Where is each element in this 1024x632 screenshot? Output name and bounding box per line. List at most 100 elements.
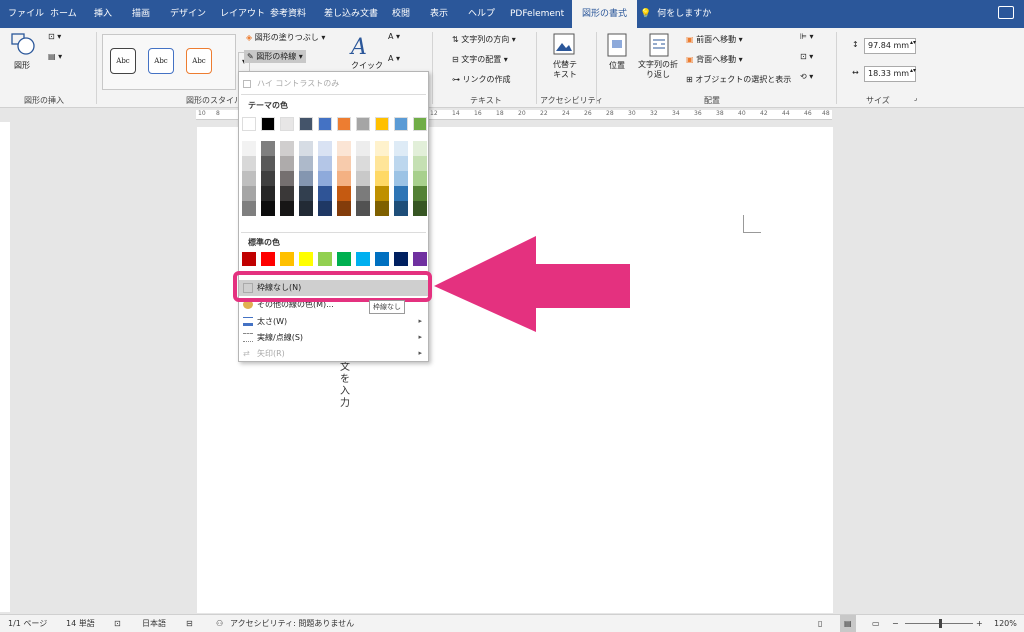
theme-shade-swatch[interactable] (394, 141, 408, 156)
tab-pdfelement[interactable]: PDFelement (504, 0, 570, 28)
alt-text-button[interactable]: 代替テキスト (550, 60, 580, 80)
theme-shade-swatch[interactable] (356, 141, 370, 156)
theme-shade-swatch[interactable] (356, 156, 370, 171)
standard-color-swatch[interactable] (356, 252, 370, 266)
theme-shade-swatch[interactable] (394, 156, 408, 171)
theme-shade-swatch[interactable] (261, 141, 275, 156)
theme-shade-swatch[interactable] (375, 171, 389, 186)
theme-shade-swatch[interactable] (413, 141, 427, 156)
comments-icon[interactable] (998, 6, 1014, 19)
dashes-option[interactable]: 実線/点線(S) ▸ (239, 330, 428, 345)
theme-shade-swatch[interactable] (337, 171, 351, 186)
tab-review[interactable]: 校閲 (386, 0, 416, 28)
theme-shade-swatch[interactable] (356, 171, 370, 186)
theme-shade-swatch[interactable] (413, 171, 427, 186)
style-sample-3[interactable]: Abc (186, 48, 212, 74)
text-fill-icon[interactable]: A ▾ (388, 32, 400, 41)
shapes-icon[interactable] (10, 32, 38, 58)
text-box-icon[interactable]: ▤ ▾ (48, 52, 62, 61)
proofing-icon[interactable]: ⊡ (114, 615, 121, 632)
theme-shade-swatch[interactable] (318, 201, 332, 216)
theme-shade-swatch[interactable] (242, 201, 256, 216)
alt-text-icon[interactable] (552, 32, 576, 58)
standard-color-swatch[interactable] (261, 252, 275, 266)
theme-color-swatch[interactable] (394, 117, 408, 131)
language-indicator[interactable]: 日本語 (142, 615, 166, 632)
tab-draw[interactable]: 描画 (126, 0, 156, 28)
theme-shade-swatch[interactable] (242, 186, 256, 201)
theme-shade-swatch[interactable] (375, 201, 389, 216)
theme-shade-swatch[interactable] (261, 201, 275, 216)
tell-me-search[interactable]: 💡 何をしますか (640, 0, 711, 28)
theme-color-swatch[interactable] (299, 117, 313, 131)
theme-shade-swatch[interactable] (337, 156, 351, 171)
theme-shade-swatch[interactable] (375, 156, 389, 171)
theme-shade-swatch[interactable] (394, 171, 408, 186)
theme-color-swatch[interactable] (280, 117, 294, 131)
tab-shape-format[interactable]: 図形の書式 (572, 0, 638, 28)
style-sample-2[interactable]: Abc (148, 48, 174, 74)
theme-color-swatch[interactable] (337, 117, 351, 131)
read-mode-icon[interactable]: ▯ (818, 615, 822, 632)
theme-shade-swatch[interactable] (299, 156, 313, 171)
theme-shade-swatch[interactable] (318, 171, 332, 186)
position-button[interactable]: 位置 (609, 60, 625, 71)
dialog-launcher-icon[interactable]: ⌟ (914, 94, 917, 102)
standard-color-swatch[interactable] (375, 252, 389, 266)
theme-shade-swatch[interactable] (375, 186, 389, 201)
align-icon[interactable]: ⊫ ▾ (800, 32, 814, 41)
zoom-out-button[interactable]: − (892, 615, 899, 632)
position-icon[interactable] (606, 32, 628, 58)
print-layout-icon[interactable]: ▤ (840, 615, 856, 632)
shape-width-input[interactable]: 18.33 mm (864, 66, 916, 82)
theme-shade-swatch[interactable] (413, 201, 427, 216)
theme-shade-swatch[interactable] (280, 186, 294, 201)
theme-shade-swatch[interactable] (261, 156, 275, 171)
shape-outline-button[interactable]: ✎ 図形の枠線 ▾ (244, 50, 306, 63)
wrap-text-icon[interactable] (648, 32, 670, 58)
tab-references[interactable]: 参考資料 (264, 0, 312, 28)
theme-shade-swatch[interactable] (356, 186, 370, 201)
theme-shade-swatch[interactable] (356, 201, 370, 216)
theme-shade-swatch[interactable] (261, 186, 275, 201)
theme-shade-swatch[interactable] (299, 186, 313, 201)
width-spinner[interactable]: ▴▾ (910, 67, 916, 74)
theme-shade-swatch[interactable] (318, 186, 332, 201)
theme-shade-swatch[interactable] (242, 171, 256, 186)
vertical-text-box[interactable]: 文 を 入 力 (339, 362, 351, 410)
standard-color-swatch[interactable] (242, 252, 256, 266)
text-direction-button[interactable]: ⇅ 文字列の方向 ▾ (452, 34, 516, 45)
zoom-in-button[interactable]: + (976, 615, 983, 632)
standard-color-swatch[interactable] (413, 252, 427, 266)
standard-color-swatch[interactable] (280, 252, 294, 266)
theme-color-swatch[interactable] (318, 117, 332, 131)
theme-shade-swatch[interactable] (337, 201, 351, 216)
theme-color-swatch[interactable] (375, 117, 389, 131)
accessibility-status[interactable]: アクセシビリティ: 問題ありません (230, 615, 354, 632)
shape-height-input[interactable]: 97.84 mm (864, 38, 916, 54)
theme-color-swatch[interactable] (413, 117, 427, 131)
macro-icon[interactable]: ⊟ (186, 615, 193, 632)
wordart-icon[interactable]: A (348, 32, 374, 58)
theme-shade-swatch[interactable] (413, 156, 427, 171)
tab-help[interactable]: ヘルプ (462, 0, 501, 28)
selection-pane-button[interactable]: ⊞ オブジェクトの選択と表示 (686, 74, 791, 85)
theme-shade-swatch[interactable] (280, 141, 294, 156)
theme-shade-swatch[interactable] (413, 186, 427, 201)
tab-view[interactable]: 表示 (424, 0, 454, 28)
tab-mailings[interactable]: 差し込み文書 (318, 0, 384, 28)
tab-layout[interactable]: レイアウト (214, 0, 271, 28)
page-count[interactable]: 1/1 ページ (8, 615, 47, 632)
theme-shade-swatch[interactable] (318, 156, 332, 171)
standard-color-swatch[interactable] (394, 252, 408, 266)
theme-color-swatch[interactable] (242, 117, 256, 131)
theme-color-swatch[interactable] (261, 117, 275, 131)
theme-shade-swatch[interactable] (394, 201, 408, 216)
zoom-thumb[interactable] (939, 619, 942, 628)
theme-shade-swatch[interactable] (337, 186, 351, 201)
theme-shade-swatch[interactable] (337, 141, 351, 156)
height-spinner[interactable]: ▴▾ (910, 39, 916, 46)
tab-home[interactable]: ホーム (44, 0, 83, 28)
theme-shade-swatch[interactable] (299, 201, 313, 216)
theme-shade-swatch[interactable] (280, 171, 294, 186)
